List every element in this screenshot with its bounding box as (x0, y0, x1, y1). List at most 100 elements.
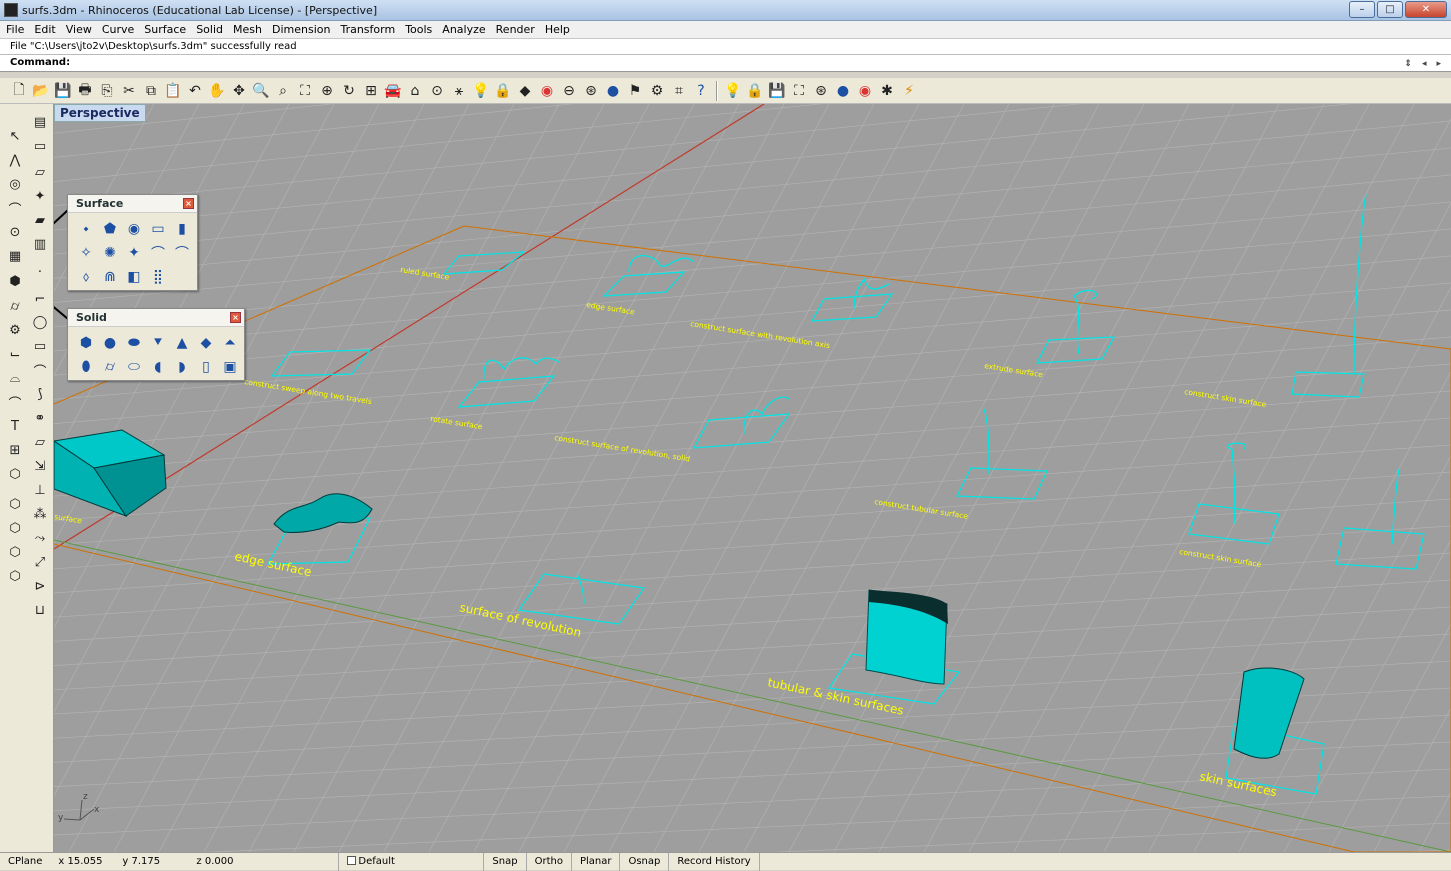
pan-icon[interactable]: ✋ (206, 80, 228, 102)
perspective-viewport[interactable]: ruled surface edge surface construct surfa… (54, 104, 1451, 852)
loft-tool-icon[interactable]: ⟆ (30, 384, 50, 404)
torus-icon[interactable]: ⬭ (122, 355, 146, 379)
ellipsoid-icon[interactable]: ⬬ (122, 331, 146, 355)
import-icon[interactable]: ⎘ (96, 80, 118, 102)
status-layer[interactable]: Default (338, 852, 483, 871)
transform-tool-icon[interactable]: ⇲ (30, 456, 50, 476)
new-file-icon[interactable]: 🗋 (8, 80, 30, 102)
pipe-icon[interactable]: ◖ (146, 355, 170, 379)
osnap-toggle[interactable]: Osnap (619, 852, 668, 871)
box2-tool-icon[interactable]: ⬡ (5, 518, 25, 538)
flamingo-icon[interactable]: ⚡ (898, 80, 920, 102)
menu-solid[interactable]: Solid (196, 23, 223, 36)
zoom-window-icon[interactable]: ⌕ (272, 80, 294, 102)
sweep1-icon[interactable]: ⌒ (146, 241, 170, 265)
trim-icon[interactable]: ⌙ (5, 344, 25, 364)
nodes-icon[interactable]: ⁂ (30, 504, 50, 524)
sweep2-icon[interactable]: ⌒ (170, 241, 194, 265)
point-icon[interactable]: · (30, 262, 50, 282)
extrude-solid-icon[interactable]: ◗ (170, 355, 194, 379)
sphere-render-icon[interactable]: ● (832, 80, 854, 102)
rectangle-icon[interactable]: ▭ (146, 217, 170, 241)
sphere2-icon[interactable]: ⊛ (810, 80, 832, 102)
viewport-title[interactable]: Perspective (54, 104, 146, 122)
help-icon[interactable]: ? (690, 80, 712, 102)
menu-render[interactable]: Render (496, 23, 535, 36)
minimize-button[interactable]: – (1349, 1, 1375, 18)
copy-icon[interactable]: ⧉ (140, 80, 162, 102)
loft-icon[interactable]: ✧ (74, 241, 98, 265)
planar-curves-icon[interactable]: ◉ (122, 217, 146, 241)
lock2-icon[interactable]: 🔒 (744, 80, 766, 102)
network-icon[interactable]: ⬨ (74, 265, 98, 289)
status-cplane[interactable]: CPlane (0, 853, 50, 871)
sphere-shaded-icon[interactable]: ⊛ (580, 80, 602, 102)
menu-mesh[interactable]: Mesh (233, 23, 262, 36)
circle-icon[interactable]: ◎ (5, 174, 25, 194)
ellipse-icon[interactable]: ⊙ (5, 222, 25, 242)
rail-revolve-icon[interactable]: ✦ (122, 241, 146, 265)
maximize-button[interactable]: □ (1377, 1, 1403, 18)
mesh-tool-icon[interactable]: ⚙ (5, 320, 25, 340)
record-history-toggle[interactable]: Record History (668, 852, 758, 871)
wireframe-icon[interactable]: ⌂ (404, 80, 426, 102)
undo-icon[interactable]: ↶ (184, 80, 206, 102)
box4-tool-icon[interactable]: ⬡ (5, 566, 25, 586)
plugin-icon[interactable]: ✱ (876, 80, 898, 102)
menu-surface[interactable]: Surface (144, 23, 186, 36)
solid-panel-close-icon[interactable]: × (230, 312, 241, 323)
color-icon[interactable]: ◉ (854, 80, 876, 102)
box3-tool-icon[interactable]: ⬡ (5, 542, 25, 562)
select-point-icon[interactable]: ⊙ (426, 80, 448, 102)
cylinder-icon[interactable]: ⬮ (74, 355, 98, 379)
patch-tool-icon[interactable]: ✦ (30, 186, 50, 206)
cone-icon[interactable]: ▲ (170, 331, 194, 355)
group-icon[interactable]: ⬡ (5, 464, 25, 484)
surface-plane-icon[interactable]: ▱ (30, 162, 50, 182)
snap-tool-icon[interactable]: ⌐ (30, 289, 50, 309)
fillet-icon[interactable]: ⌓ (5, 368, 25, 388)
options-gear-icon[interactable]: ⚙ (646, 80, 668, 102)
plane-tool-icon[interactable]: ▱ (30, 432, 50, 452)
render-icon[interactable]: ● (602, 80, 624, 102)
lock-icon[interactable]: 🔒 (492, 80, 514, 102)
array-icon[interactable]: ⊞ (5, 440, 25, 460)
cut-icon[interactable]: ✂ (118, 80, 140, 102)
truncated-cone-icon[interactable]: ⏶ (218, 331, 242, 355)
scroll-spin-icon[interactable]: ⇕ (1404, 56, 1412, 72)
paraboloid-icon[interactable]: ⯆ (146, 331, 170, 355)
sphere-wire-icon[interactable]: ⊖ (558, 80, 580, 102)
ruler-icon[interactable]: ⊔ (30, 600, 50, 620)
sphere-icon[interactable]: ● (98, 331, 122, 355)
extrude-tool-icon[interactable]: ▰ (30, 210, 50, 230)
edge-curves-icon[interactable]: ⬟ (98, 217, 122, 241)
pyramid-icon[interactable]: ◆ (194, 331, 218, 355)
menu-edit[interactable]: Edit (34, 23, 55, 36)
light-bulb-icon[interactable]: 💡 (722, 80, 744, 102)
cylinder-tool-icon[interactable]: ⌭ (5, 296, 25, 316)
scale-icon[interactable]: ⤢ (30, 552, 50, 572)
viewport-icon[interactable]: ▤ (30, 112, 50, 132)
corner-points-icon[interactable]: ⬩ (74, 217, 98, 241)
ortho-toggle[interactable]: Ortho (525, 852, 571, 871)
car-view-icon[interactable]: 🚘 (382, 80, 404, 102)
menu-transform[interactable]: Transform (340, 23, 395, 36)
light-icon[interactable]: 💡 (470, 80, 492, 102)
close-button[interactable]: ✕ (1405, 1, 1447, 18)
box-icon[interactable]: ⬢ (74, 331, 98, 355)
revolve-icon[interactable]: ✺ (98, 241, 122, 265)
extrude-icon[interactable]: ▮ (170, 217, 194, 241)
zoom-extents-icon[interactable]: ⛶ (294, 80, 316, 102)
patch-icon[interactable]: ⋒ (98, 265, 122, 289)
spotlight-icon[interactable]: ⚑ (624, 80, 646, 102)
save2-icon[interactable]: 💾 (766, 80, 788, 102)
object-snap-icon[interactable]: ⚹ (448, 80, 470, 102)
torus-tool-icon[interactable]: ◯ (30, 312, 50, 332)
curve-icon[interactable]: ⌒ (5, 198, 25, 218)
surface-tool-icon[interactable]: ▦ (5, 246, 25, 266)
open-file-icon[interactable]: 📂 (30, 80, 52, 102)
box-tool-icon[interactable]: ⬡ (5, 494, 25, 514)
text-solid-icon[interactable]: ▣ (218, 355, 242, 379)
paste-icon[interactable]: 📋 (162, 80, 184, 102)
boolean-icon[interactable]: ⚭ (30, 408, 50, 428)
